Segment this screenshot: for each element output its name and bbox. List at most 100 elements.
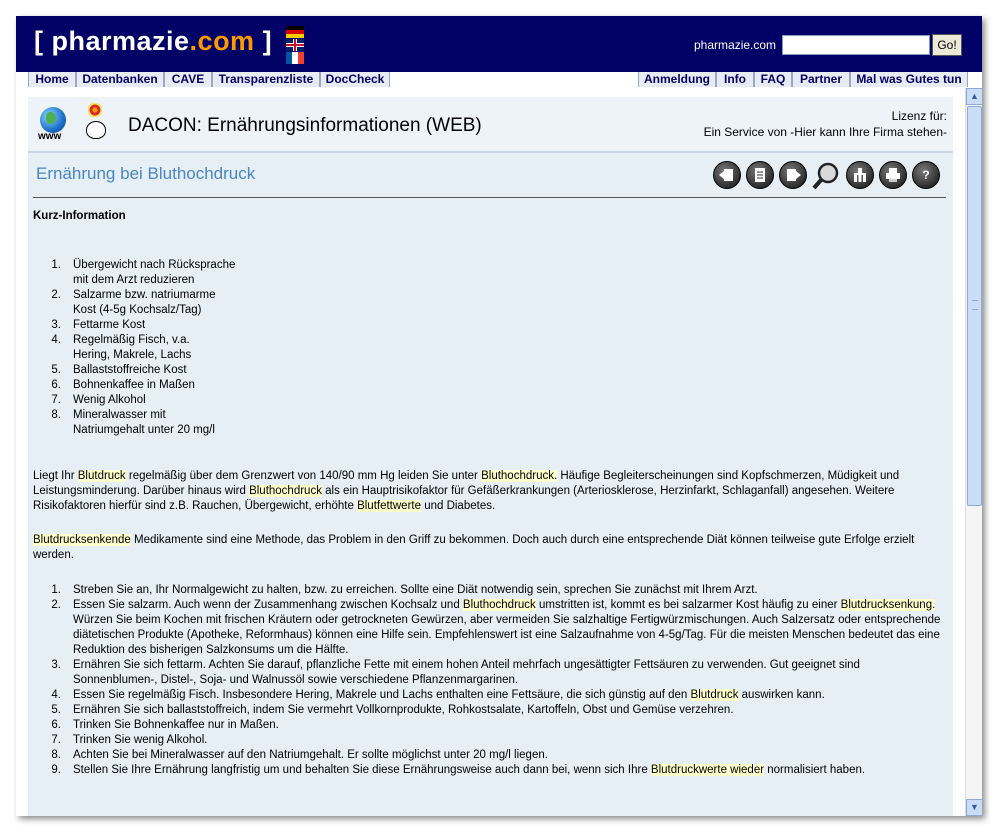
- forward-icon[interactable]: [779, 161, 807, 189]
- grip-icon: [972, 300, 978, 310]
- nav-anmeldung[interactable]: Anmeldung: [638, 72, 716, 87]
- list-line: Bohnenkaffee in Maßen: [73, 379, 195, 391]
- text: und Diabetes.: [421, 500, 496, 512]
- document-icon[interactable]: [746, 161, 774, 189]
- list-item: 8. Achten Sie bei Mineralwasser auf den N…: [33, 748, 943, 763]
- go-button[interactable]: Go!: [932, 34, 962, 56]
- english-flag-icon[interactable]: [286, 39, 304, 51]
- list-line: Mineralwasser mit: [73, 409, 166, 421]
- text: Ernähren Sie sich fettarm. Achten Sie da…: [73, 659, 860, 686]
- search-icon[interactable]: [811, 161, 839, 190]
- text: auswirken kann.: [738, 689, 825, 701]
- scrollbar-thumb[interactable]: [967, 106, 982, 506]
- text: Essen Sie salzarm. Auch wenn der Zusamme…: [73, 599, 463, 611]
- tree-icon[interactable]: [846, 161, 874, 189]
- list-item: 7. Wenig Alkohol: [33, 393, 293, 408]
- vertical-scrollbar[interactable]: ▲ ▼: [965, 88, 982, 816]
- list-item: 3. Fettarme Kost: [33, 318, 293, 333]
- search-input[interactable]: [782, 35, 930, 55]
- highlighted-term: Bluthochdruck: [462, 599, 536, 611]
- nav-datenbanken[interactable]: Datenbanken: [76, 72, 164, 87]
- highlighted-term: Blutdrucksenkung.: [840, 599, 936, 611]
- highlighted-term: Blutdruck: [77, 470, 126, 482]
- list-item: 5. Ernähren Sie sich ballaststoffreich, i…: [33, 703, 943, 718]
- nav-info[interactable]: Info: [716, 72, 754, 87]
- help-icon[interactable]: ?: [912, 161, 940, 189]
- text: Würzen Sie beim Kochen mit frischen Kräu…: [73, 614, 941, 656]
- list-item: 1. Streben Sie an, Ihr Normalgewicht zu h…: [33, 583, 943, 598]
- logo-text: [ pharmazie: [34, 26, 190, 56]
- nav-home[interactable]: Home: [28, 72, 76, 87]
- title-divider: [33, 197, 946, 198]
- text: Streben Sie an, Ihr Normalgewicht zu hal…: [73, 584, 758, 596]
- highlighted-term: Blutfettwerte: [357, 500, 421, 512]
- kurz-information-list: 1. Übergewicht nach Rücksprache mit dem Ar…: [33, 258, 293, 438]
- apple-icon: [86, 121, 106, 139]
- text: Liegt Ihr: [33, 470, 78, 482]
- list-number: 2.: [51, 289, 61, 301]
- list-item: 3. Ernähren Sie sich fettarm. Achten Sie …: [33, 658, 943, 688]
- list-number: 2.: [51, 599, 61, 611]
- back-icon[interactable]: [713, 161, 741, 189]
- list-number: 1.: [51, 584, 61, 596]
- list-item: 2. Salzarme bzw. natriumarme Kost (4-5g Ko…: [33, 288, 293, 318]
- nav-faq[interactable]: FAQ: [754, 72, 792, 87]
- list-item: 2. Essen Sie salzarm. Auch wenn der Zusam…: [33, 598, 943, 658]
- list-line: Ballaststoffreiche Kost: [73, 364, 187, 376]
- list-item: 7. Trinken Sie wenig Alkohol.: [33, 733, 943, 748]
- nav-partner[interactable]: Partner: [792, 72, 850, 87]
- french-flag-icon[interactable]: [286, 52, 304, 64]
- nav-transparenzliste[interactable]: Transparenzliste: [212, 72, 320, 87]
- globe-icon[interactable]: [40, 107, 66, 133]
- site-header: [ pharmazie.com ] pharmazie.com Go!: [16, 16, 982, 72]
- nav-cave[interactable]: CAVE: [164, 72, 212, 87]
- text: normalisiert haben.: [764, 764, 866, 776]
- logo-domain: .com: [189, 26, 255, 56]
- list-line: Fettarme Kost: [73, 319, 146, 331]
- target-icon: [88, 103, 102, 117]
- list-number: 3.: [51, 319, 61, 331]
- list-item: 9. Stellen Sie Ihre Ernährung langfristig…: [33, 763, 943, 778]
- list-number: 9.: [51, 764, 61, 776]
- highlighted-term: Bluthochdruck: [249, 485, 322, 497]
- site-logo[interactable]: [ pharmazie.com ]: [34, 26, 272, 57]
- text: Essen Sie regelmäßig Fisch. Insbesondere…: [73, 689, 691, 701]
- text: regelmäßig über dem Grenzwert von 140/90…: [125, 470, 482, 482]
- list-line: Kost (4-5g Kochsalz/Tag): [73, 304, 202, 316]
- recommendations-list: 1. Streben Sie an, Ihr Normalgewicht zu h…: [33, 583, 943, 778]
- nav-doccheck[interactable]: DocCheck: [320, 72, 390, 87]
- list-line: Natriumgehalt unter 20 mg/l: [73, 424, 215, 436]
- print-icon[interactable]: [879, 161, 907, 189]
- text: Trinken Sie wenig Alkohol.: [73, 734, 208, 746]
- german-flag-icon[interactable]: [286, 26, 304, 38]
- list-line: mit dem Arzt reduzieren: [73, 274, 195, 286]
- list-item: 6. Trinken Sie Bohnenkaffee nur in Maßen.: [33, 718, 943, 733]
- logo-bracket: ]: [254, 26, 273, 56]
- text: Stellen Sie Ihre Ernährung langfristig u…: [73, 764, 651, 776]
- list-line: Hering, Makrele, Lachs: [73, 349, 192, 361]
- list-number: 3.: [51, 659, 61, 671]
- section-title: Ernährung bei Bluthochdruck: [36, 164, 256, 183]
- nav-mal-was-gutes-tun[interactable]: Mal was Gutes tun: [850, 72, 968, 87]
- apple-target-icon[interactable]: [84, 103, 108, 139]
- list-number: 1.: [51, 259, 61, 271]
- list-number: 6.: [51, 379, 61, 391]
- scroll-up-icon[interactable]: ▲: [966, 88, 982, 105]
- list-item: 4. Essen Sie regelmäßig Fisch. Insbesonde…: [33, 688, 943, 703]
- license-text: Ein Service von -Hier kann Ihre Firma st…: [703, 125, 947, 139]
- scroll-down-icon[interactable]: ▼: [966, 799, 982, 816]
- intro-paragraph: Liegt Ihr Blutdruck regelmäßig über dem …: [33, 469, 943, 514]
- list-item: 6. Bohnenkaffee in Maßen: [33, 378, 293, 393]
- highlighted-term: Bluthochdruck.: [481, 470, 558, 482]
- list-number: 4.: [51, 334, 61, 346]
- highlighted-term: Blutdruck: [690, 689, 739, 701]
- list-number: 8.: [51, 749, 61, 761]
- medication-paragraph: Blutdrucksenkende Medikamente sind eine …: [33, 533, 943, 563]
- text: umstritten ist, kommt es bei salzarmer K…: [535, 599, 841, 611]
- license-label: Lizenz für:: [891, 109, 947, 123]
- main-navigation: Home Datenbanken CAVE Transparenzliste D…: [16, 72, 982, 89]
- text: Medikamente sind eine Methode, das Probl…: [33, 534, 915, 561]
- list-number: 8.: [51, 409, 61, 421]
- www-label: www: [38, 131, 62, 142]
- list-item: 4. Regelmäßig Fisch, v.a. Hering, Makrele,…: [33, 333, 293, 363]
